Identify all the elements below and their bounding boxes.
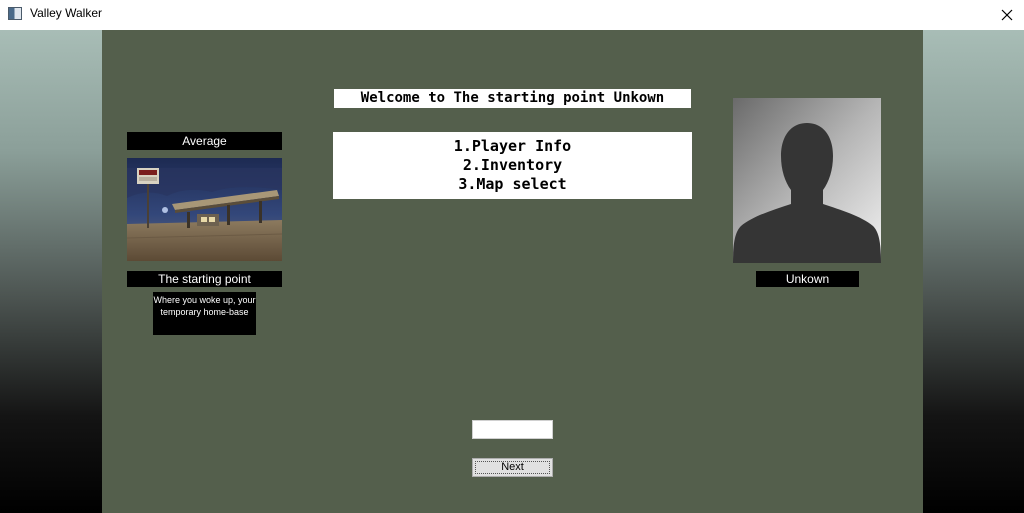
- location-name-label: The starting point: [127, 271, 282, 287]
- command-input[interactable]: [472, 420, 553, 439]
- client-area: Welcome to The starting point Unkown 1.P…: [0, 30, 1024, 513]
- game-panel: Welcome to The starting point Unkown 1.P…: [102, 30, 923, 513]
- main-menu: 1.Player Info 2.Inventory 3.Map select: [333, 132, 692, 199]
- player-name-label: Unkown: [756, 271, 859, 287]
- focus-ring: [475, 461, 550, 474]
- difficulty-label: Average: [127, 132, 282, 150]
- welcome-label: Welcome to The starting point Unkown: [334, 89, 691, 108]
- title-bar: Valley Walker: [0, 0, 1024, 30]
- silhouette-avatar: [733, 98, 881, 263]
- menu-item-map-select: 3.Map select: [458, 175, 567, 193]
- gas-station-image: [127, 158, 282, 261]
- menu-item-player-info: 1.Player Info: [453, 137, 572, 155]
- location-description: Where you woke up, your temporary home-b…: [153, 292, 256, 335]
- close-icon: [1001, 9, 1013, 21]
- next-button[interactable]: Next: [472, 458, 553, 477]
- app-window: Valley Walker Welcome to The starting po…: [0, 0, 1024, 513]
- window-title: Valley Walker: [30, 6, 103, 20]
- app-icon: [8, 7, 22, 20]
- menu-item-inventory: 2.Inventory: [462, 156, 563, 174]
- close-button[interactable]: [990, 0, 1024, 30]
